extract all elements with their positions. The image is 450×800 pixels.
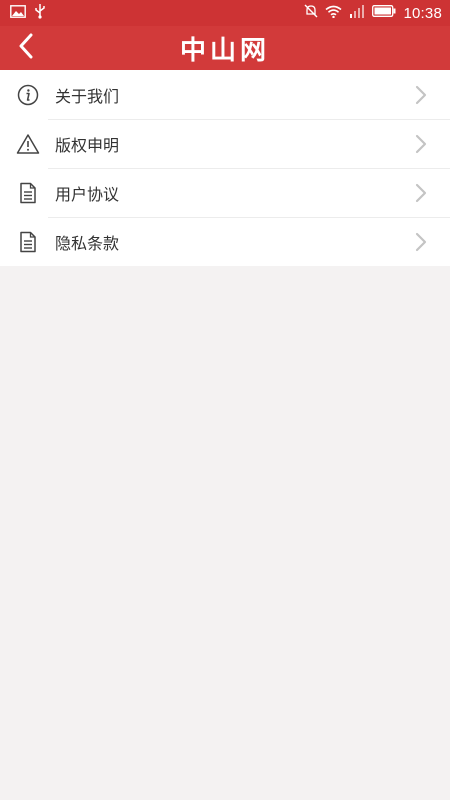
menu-item-label: 版权申明 — [55, 135, 120, 155]
signal-icon — [349, 4, 365, 22]
chevron-right-icon — [414, 183, 428, 203]
menu-item-user-agreement[interactable]: 用户协议 — [0, 168, 450, 217]
wifi-icon — [325, 5, 342, 22]
back-button[interactable] — [8, 30, 44, 66]
menu-item-label: 关于我们 — [55, 86, 120, 106]
menu-item-label: 隐私条款 — [55, 233, 120, 253]
settings-menu: 关于我们 版权申明 用户协议 隐私条款 — [0, 70, 450, 266]
battery-icon — [372, 5, 396, 21]
chevron-right-icon — [414, 134, 428, 154]
menu-item-copyright[interactable]: 版权申明 — [0, 119, 450, 168]
chevron-right-icon — [414, 232, 428, 252]
header-bar: 中山网 — [0, 26, 450, 70]
warning-icon — [16, 132, 40, 156]
status-bar: 10:38 — [0, 0, 450, 26]
status-time: 10:38 — [403, 4, 442, 22]
usb-icon — [34, 3, 46, 23]
document-icon — [16, 181, 40, 205]
chevron-right-icon — [414, 85, 428, 105]
image-icon — [10, 4, 26, 22]
page-title: 中山网 — [179, 35, 270, 66]
info-icon — [16, 83, 40, 107]
mute-icon — [304, 4, 318, 22]
document-icon — [16, 230, 40, 254]
menu-item-label: 用户协议 — [55, 184, 120, 204]
menu-item-about-us[interactable]: 关于我们 — [0, 70, 450, 119]
menu-item-privacy-policy[interactable]: 隐私条款 — [0, 217, 450, 266]
chevron-left-icon — [18, 33, 34, 63]
